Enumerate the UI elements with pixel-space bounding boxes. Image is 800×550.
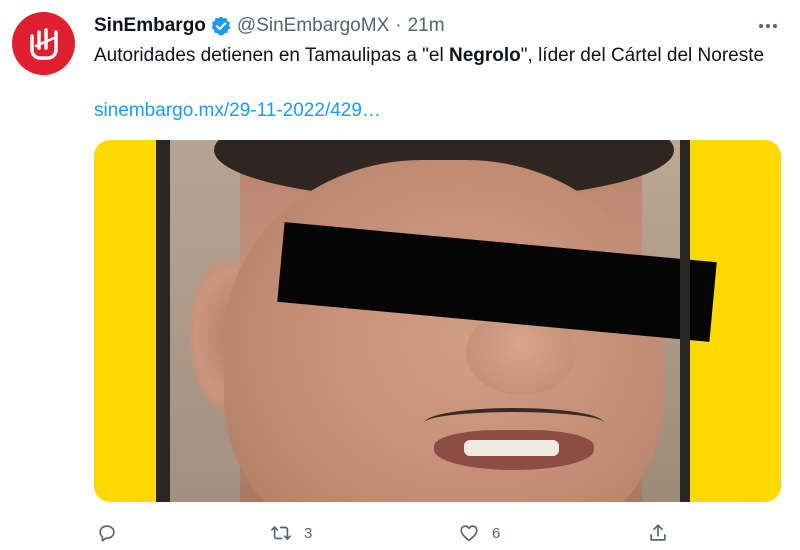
avatar[interactable] — [12, 12, 75, 75]
tweet[interactable]: SinEmbargo @SinEmbargoMX · 21m Autoridad… — [0, 0, 800, 550]
sinembargo-logo-icon — [29, 27, 58, 60]
share-icon — [650, 524, 666, 541]
reply-button[interactable] — [96, 518, 130, 548]
tweet-media-photo[interactable] — [94, 140, 781, 502]
photo-teeth — [464, 440, 559, 456]
reply-icon — [99, 525, 115, 542]
like-button[interactable]: 6 — [458, 518, 500, 548]
tweet-text: Autoridades detienen en Tamaulipas a "el… — [94, 42, 774, 69]
photo-frame-right — [680, 140, 690, 502]
retweet-count: 3 — [304, 524, 313, 542]
timestamp[interactable]: 21m — [408, 15, 445, 37]
action-bar: 3 6 — [94, 518, 694, 548]
handle[interactable]: @SinEmbargoMX — [237, 15, 389, 37]
heart-icon — [460, 525, 478, 542]
tweet-text-part: Autoridades detienen en Tamaulipas a "el — [94, 45, 449, 66]
share-button[interactable] — [647, 518, 669, 548]
separator: · — [395, 15, 402, 36]
photo-frame-left — [156, 140, 170, 502]
verified-badge-icon — [210, 15, 232, 37]
tweet-text-part: ", líder del Cártel del Noreste — [520, 45, 765, 66]
tweet-header: SinEmbargo @SinEmbargoMX · 21m — [94, 12, 445, 40]
like-count: 6 — [492, 524, 501, 542]
more-options-icon[interactable] — [756, 14, 780, 38]
retweet-button[interactable]: 3 — [270, 518, 312, 548]
display-name[interactable]: SinEmbargo — [94, 15, 206, 37]
retweet-icon — [271, 526, 291, 540]
tweet-link[interactable]: sinembargo.mx/29-11-2022/429… — [94, 97, 381, 124]
tweet-text-bold: Negrolo — [448, 45, 521, 66]
